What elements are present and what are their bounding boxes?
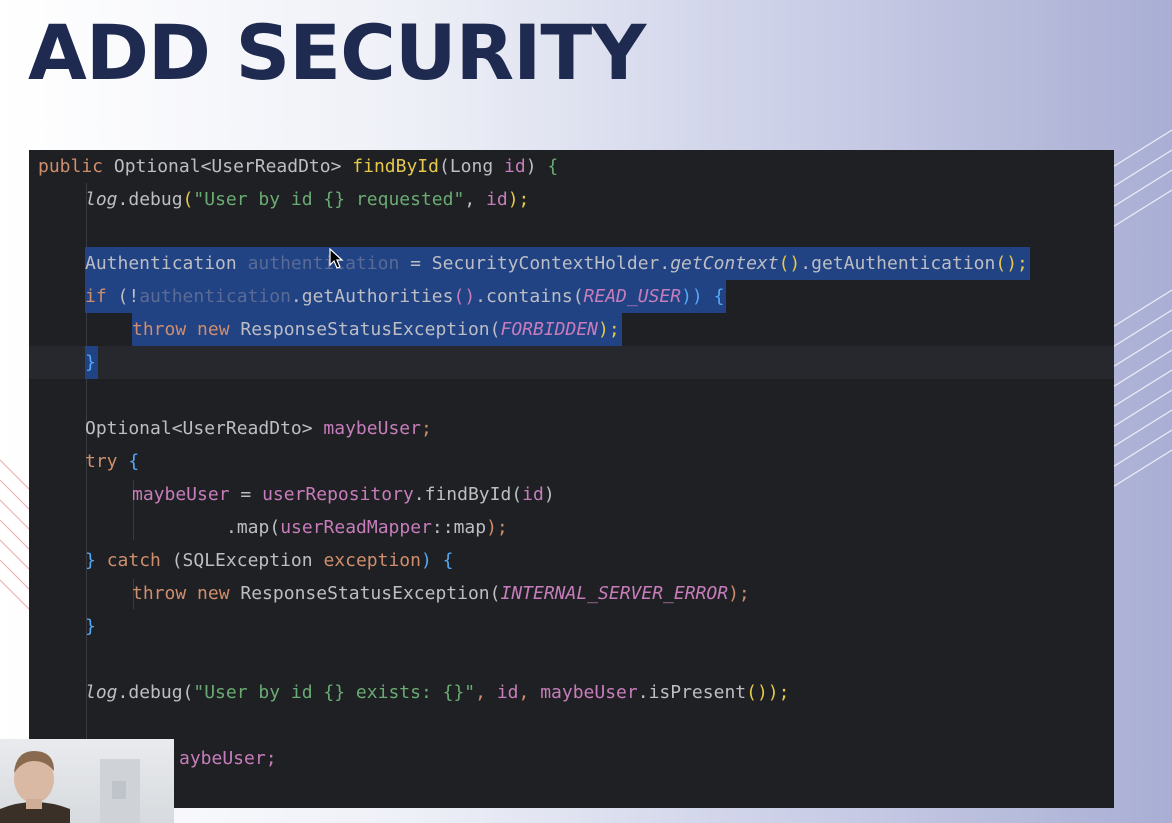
text-cursor-icon xyxy=(329,248,343,269)
paren-close: ) xyxy=(525,156,537,177)
statement-end: ); xyxy=(507,189,530,210)
catch-close: ) { xyxy=(420,550,454,571)
comma: , xyxy=(475,682,497,703)
code-line-17: log.debug("User by id {} exists: {}", id… xyxy=(29,676,1114,709)
paren-pair: () xyxy=(453,286,476,307)
comma: , xyxy=(464,189,487,210)
keyword-if: if xyxy=(85,286,107,307)
code-line-5: if (!authentication.getAuthorities().con… xyxy=(29,280,1114,313)
code-line-9: Optional<UserReadDto> maybeUser; xyxy=(29,412,1114,445)
map-call: .map( xyxy=(226,517,281,538)
decorative-lines-left xyxy=(0,459,30,610)
slide-title: ADD SECURITY xyxy=(28,8,646,97)
keyword-catch: catch xyxy=(106,550,161,571)
return-type: Optional<UserReadDto> xyxy=(103,156,353,177)
assignment: = SecurityContextHolder. xyxy=(399,253,671,274)
code-line-1: public Optional<UserReadDto> findById(Lo… xyxy=(29,150,1114,183)
keyword-try: try xyxy=(85,451,118,472)
brace-close: } xyxy=(85,616,96,637)
statement-end: (); xyxy=(995,253,1028,274)
code-line-6: throw new ResponseStatusException(FORBID… xyxy=(29,313,1114,346)
arg-id: id xyxy=(496,682,519,703)
log-field: log xyxy=(85,189,118,210)
paren-pair: () xyxy=(778,253,801,274)
open-negate: (! xyxy=(106,286,140,307)
selection: Authentication authentication = Security… xyxy=(85,247,1030,280)
brace-open: { xyxy=(117,451,140,472)
param-type: Long xyxy=(449,156,505,177)
code-line-19: aybeUser; xyxy=(29,742,1114,775)
paren-open: ( xyxy=(438,156,450,177)
statement-end: ); xyxy=(598,319,620,340)
catch-open: (SQLException xyxy=(160,550,324,571)
field-user-read-mapper: userReadMapper xyxy=(280,517,432,538)
var-maybe-user-tail: aybeUser; xyxy=(179,748,277,769)
keyword-throw: throw xyxy=(132,319,187,340)
var-authentication: authentication xyxy=(139,286,291,307)
constant-forbidden: FORBIDDEN xyxy=(500,319,599,340)
code-editor[interactable]: public Optional<UserReadDto> findById(Lo… xyxy=(29,150,1114,808)
var-authentication: authentication xyxy=(247,253,400,274)
keyword-throw: throw xyxy=(132,583,187,604)
contains-call: .contains( xyxy=(475,286,584,307)
find-by-id-call: .findById( xyxy=(413,484,523,505)
selection: } xyxy=(85,346,98,379)
code-line-10: try { xyxy=(29,445,1114,478)
close-brace: )) { xyxy=(681,286,725,307)
assignment: = xyxy=(229,484,263,505)
string-literal: "User by id {} exists: {}" xyxy=(193,682,476,703)
code-line-14: throw new ResponseStatusException(INTERN… xyxy=(29,577,1114,610)
keyword-new: new xyxy=(186,583,230,604)
statement-end: ()); xyxy=(746,682,790,703)
type-authentication: Authentication xyxy=(85,253,248,274)
field-user-repository: userRepository xyxy=(262,484,414,505)
close-brace: } xyxy=(85,352,96,373)
constant-read-user: READ_USER xyxy=(583,286,682,307)
paren-open: ( xyxy=(182,189,194,210)
code-line-7: } xyxy=(29,346,1114,379)
code-line-15: } xyxy=(29,610,1114,643)
exception-ctor: ResponseStatusException( xyxy=(229,319,501,340)
statement-end: ); xyxy=(486,517,508,538)
debug-call: .debug( xyxy=(117,682,194,703)
code-line-11: maybeUser = userRepository.findById(id) xyxy=(29,478,1114,511)
method-reference: ::map xyxy=(431,517,487,538)
keyword-new: new xyxy=(186,319,230,340)
statement-end: ); xyxy=(728,583,750,604)
code-line-2: log.debug("User by id {} requested", id)… xyxy=(29,183,1114,216)
debug-call: .debug xyxy=(117,189,183,210)
brace-close: } xyxy=(85,550,107,571)
webcam-overlay xyxy=(0,739,174,823)
paren-close: ) xyxy=(543,484,555,505)
exception-ctor: ResponseStatusException( xyxy=(229,583,501,604)
statement-end: ; xyxy=(420,418,432,439)
get-authorities-call: .getAuthorities xyxy=(290,286,454,307)
selection: throw new ResponseStatusException(FORBID… xyxy=(132,313,622,346)
log-field: log xyxy=(85,682,118,703)
keyword-public: public xyxy=(38,156,104,177)
code-line-12: .map(userReadMapper::map); xyxy=(29,511,1114,544)
method-name: findById xyxy=(352,156,439,177)
is-present-call: .isPresent xyxy=(637,682,747,703)
var-maybe-user: maybeUser xyxy=(132,484,230,505)
code-line-13: } catch (SQLException exception) { xyxy=(29,544,1114,577)
get-authentication-call: .getAuthentication xyxy=(800,253,996,274)
get-context-call: getContext xyxy=(670,253,779,274)
brace-open: { xyxy=(536,156,559,177)
arg-id: id xyxy=(486,189,508,210)
var-maybe-user: maybeUser xyxy=(540,682,638,703)
string-literal: "User by id {} requested" xyxy=(193,189,465,210)
constant-internal-server-error: INTERNAL_SERVER_ERROR xyxy=(500,583,729,604)
selection: if (!authentication.getAuthorities().con… xyxy=(85,280,727,313)
param-id: id xyxy=(504,156,526,177)
type-optional: Optional<UserReadDto> xyxy=(85,418,324,439)
var-maybe-user: maybeUser xyxy=(323,418,421,439)
arg-id: id xyxy=(522,484,544,505)
code-line-4: Authentication authentication = Security… xyxy=(29,247,1114,280)
var-exception: exception xyxy=(323,550,421,571)
comma: , xyxy=(518,682,541,703)
presenter-video-icon xyxy=(0,751,140,823)
